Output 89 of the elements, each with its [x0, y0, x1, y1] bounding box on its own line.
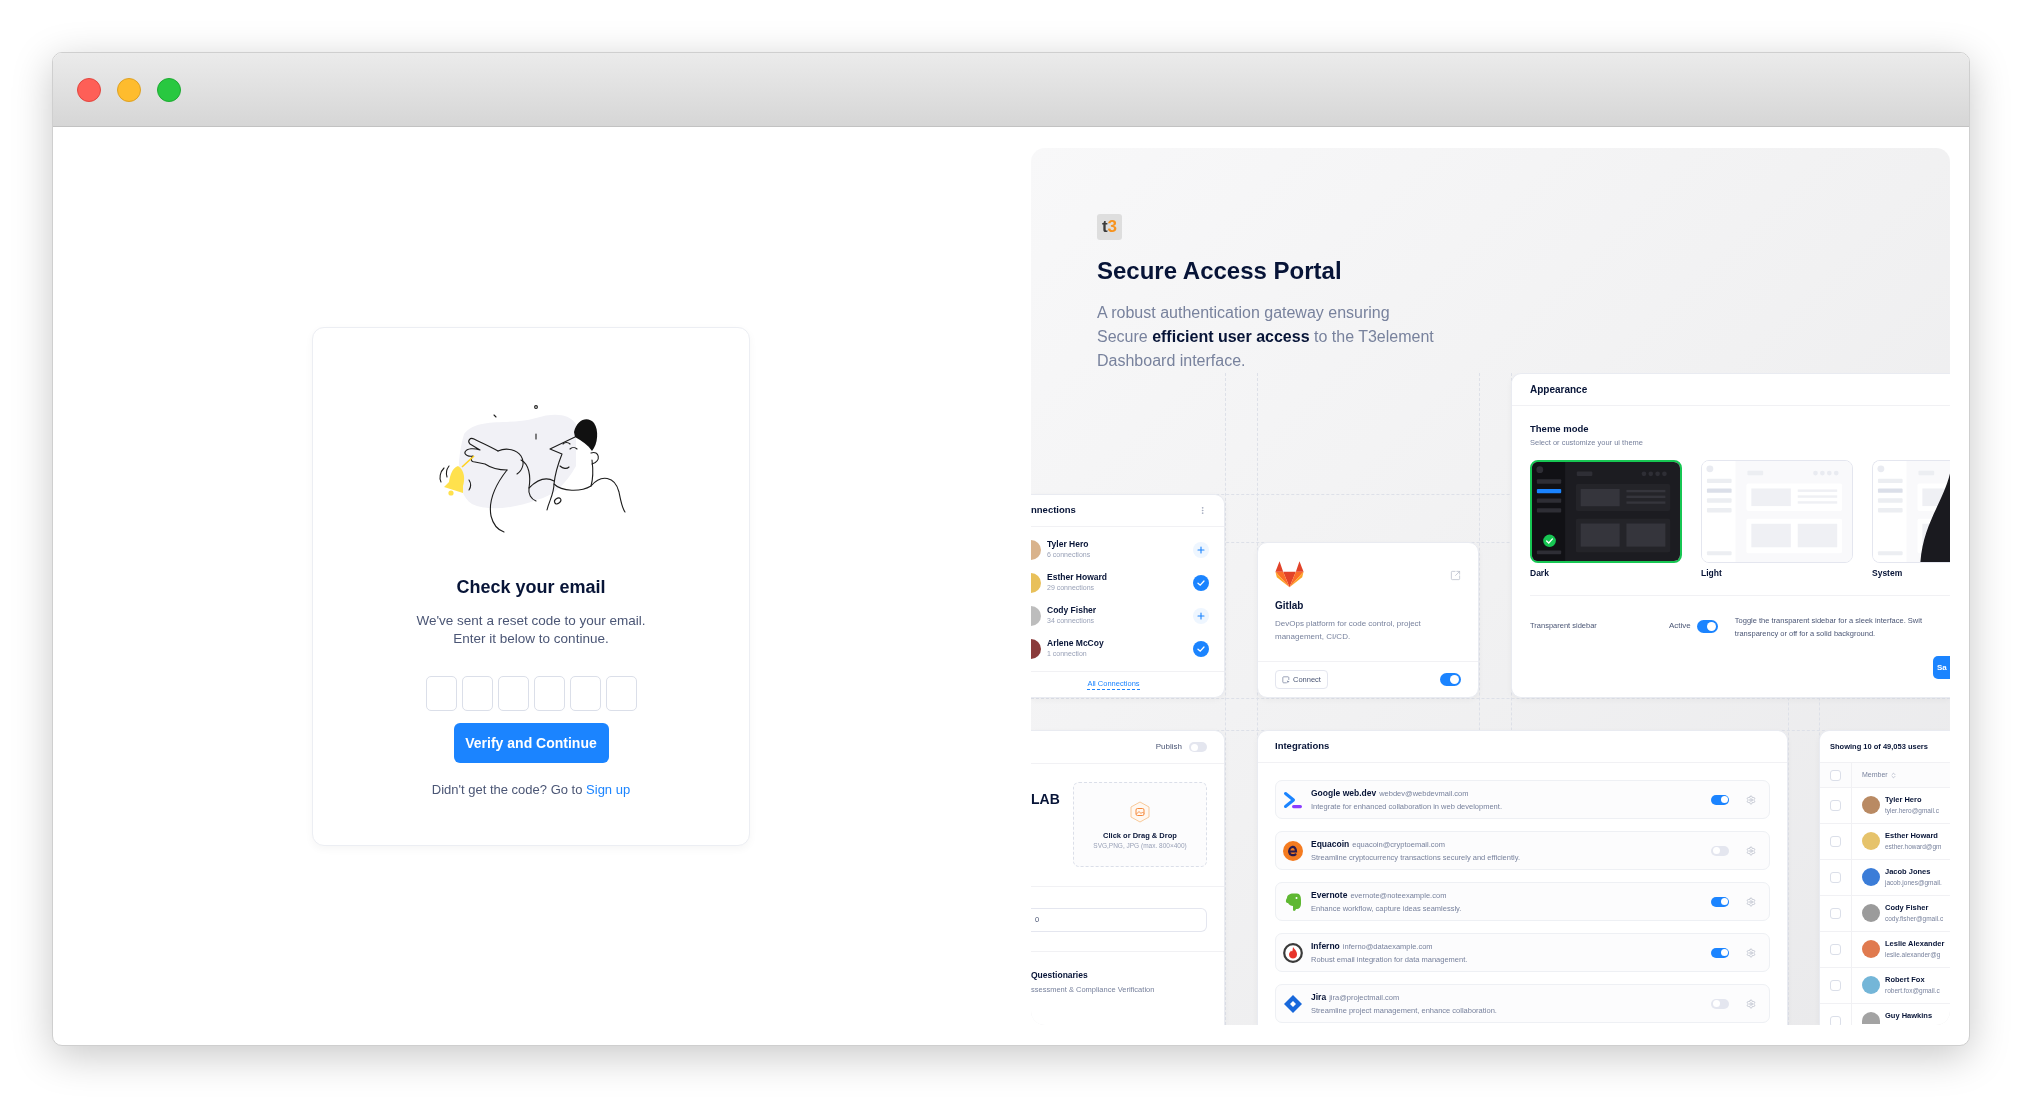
checkbox[interactable]: [1830, 800, 1841, 811]
card-title: Integrations: [1275, 739, 1330, 754]
toggle-switch[interactable]: [1189, 742, 1207, 752]
toggle-switch[interactable]: [1711, 998, 1729, 1009]
code-digit-field[interactable]: [497, 676, 529, 711]
card-title: nnections: [1031, 503, 1076, 518]
avatar: [1862, 1012, 1880, 1024]
person-name: Arlene McCoy: [1047, 638, 1104, 649]
card-description: DevOps platform for code control, project management, CI/CD.: [1275, 618, 1422, 643]
toggle-switch[interactable]: [1440, 673, 1461, 686]
theme-label: Light: [1701, 568, 1723, 578]
form-title: LAB: [1031, 791, 1060, 807]
toggle-switch[interactable]: [1711, 845, 1729, 856]
toggle-switch[interactable]: [1711, 896, 1729, 907]
settings-icon[interactable]: [1746, 794, 1756, 805]
code-digit-field[interactable]: [533, 676, 565, 711]
settings-icon[interactable]: [1746, 998, 1756, 1009]
person-name: Tyler Hero: [1047, 539, 1090, 550]
checkbox[interactable]: [1830, 836, 1841, 847]
maximize-button[interactable]: [157, 77, 181, 102]
avatar: [1862, 976, 1880, 994]
verify-button[interactable]: Verify and Continue: [453, 723, 609, 763]
settings-icon[interactable]: [1746, 845, 1756, 856]
checkbox[interactable]: [1830, 980, 1841, 991]
logo: t3: [1097, 214, 1122, 240]
avatar: [1862, 904, 1880, 922]
sort-icon[interactable]: [1889, 771, 1897, 779]
avatar: [1862, 796, 1880, 814]
plus-icon[interactable]: [1193, 607, 1209, 624]
checkbox[interactable]: [1830, 769, 1841, 781]
avatar: [1862, 832, 1880, 850]
person-name: Cody Fisher: [1047, 605, 1097, 616]
status-text: Active: [1669, 621, 1691, 631]
save-button[interactable]: Sa: [1933, 656, 1950, 679]
checkbox[interactable]: [1830, 908, 1841, 919]
code-digit-field[interactable]: [425, 676, 457, 711]
toggle-switch[interactable]: [1711, 947, 1729, 958]
flame-logo-icon: [1283, 942, 1303, 963]
theme-label: Dark: [1530, 568, 1550, 578]
check-icon[interactable]: [1193, 640, 1209, 657]
card-title: Gitlab: [1275, 600, 1305, 612]
integration-name: Jira: [1311, 991, 1327, 1003]
code-digit-field[interactable]: [569, 676, 601, 711]
code-digit-field[interactable]: [461, 676, 493, 711]
code-digit-field[interactable]: [605, 676, 637, 711]
check-icon: [1543, 534, 1556, 548]
plus-icon[interactable]: [1193, 541, 1209, 558]
card-title: Appearance: [1530, 383, 1588, 397]
integration-name: Evernote: [1311, 889, 1348, 901]
theme-preview-drawing[interactable]: [1530, 460, 1682, 563]
card-title: Check your email: [456, 576, 606, 598]
diamond-logo-icon: [1283, 993, 1303, 1014]
theme-label: System: [1872, 568, 1904, 578]
external-link-icon[interactable]: [1450, 570, 1461, 581]
avatar: [1031, 638, 1041, 659]
image-upload-icon: [1130, 801, 1150, 823]
settings-icon[interactable]: [1746, 947, 1756, 958]
checkbox[interactable]: [1830, 1016, 1841, 1025]
publish-label: Publish: [1155, 741, 1182, 753]
cursor-box-icon: [1282, 675, 1290, 684]
avatar: [1031, 539, 1041, 560]
avatar: [1031, 572, 1041, 593]
check-icon[interactable]: [1193, 574, 1209, 591]
panel-title: Secure Access Portal: [1097, 256, 1343, 286]
integration-name: Equacoin: [1311, 838, 1350, 850]
chevron-logo-icon: [1283, 789, 1303, 810]
integration-name: Inferno: [1311, 940, 1340, 952]
elephant-logo-icon: [1283, 891, 1303, 912]
person-name: Esther Howard: [1047, 572, 1107, 583]
panel-description: A robust authentication gateway ensuring Secure efficient user access to the T3element Dashboard interface.: [1097, 303, 1435, 371]
avatar: [1862, 868, 1880, 886]
section-title: Questionaries: [1031, 969, 1089, 981]
more-icon[interactable]: [1198, 506, 1207, 515]
avatar: [1862, 940, 1880, 958]
checkbox[interactable]: [1830, 872, 1841, 883]
coin-logo-icon: [1283, 840, 1303, 861]
card-message: We've sent a reset code to your email. Enter it below to continue.: [416, 612, 646, 648]
toggle-switch[interactable]: [1711, 794, 1729, 805]
avatar: [1031, 605, 1041, 626]
fox-logo-icon: [1275, 560, 1304, 589]
toggle-switch[interactable]: [1696, 620, 1718, 633]
minimize-button[interactable]: [117, 77, 141, 102]
sign-up-link[interactable]: Sign up: [586, 782, 631, 797]
checkbox[interactable]: [1830, 944, 1841, 955]
footer-text: Didn't get the code? Go to Sign up: [431, 782, 631, 798]
settings-icon[interactable]: [1746, 896, 1756, 907]
close-button[interactable]: [77, 77, 101, 102]
integration-name: Google web.dev: [1311, 787, 1377, 799]
section-title: Theme mode: [1530, 423, 1590, 435]
